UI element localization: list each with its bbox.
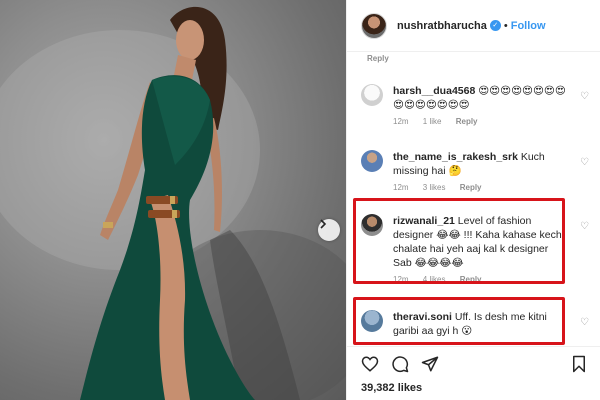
comment-item: harsh__dua4568 😍😍😍😍😍😍😍😍😍😍😍😍😍😍😍 12m 1 lik… [361, 84, 597, 126]
comment-meta: 12m 1 like Reply [393, 117, 597, 126]
heart-icon[interactable] [361, 355, 379, 373]
reply-link[interactable]: Reply [460, 183, 482, 192]
previous-comment-meta: Reply [361, 54, 389, 63]
chevron-right-icon [320, 219, 327, 229]
next-photo-button[interactable] [318, 219, 340, 241]
comment-time: 12m [393, 117, 409, 126]
verified-badge-icon: ✓ [489, 20, 501, 31]
comment-likes[interactable]: 3 likes [423, 183, 446, 192]
likes-count[interactable]: 39,382 likes [361, 382, 422, 394]
commenter-avatar[interactable] [361, 84, 383, 106]
commenter-avatar[interactable] [361, 150, 383, 172]
like-comment-heart-icon[interactable]: ♡ [580, 318, 589, 328]
bookmark-icon[interactable] [571, 355, 587, 373]
reply-link[interactable]: Reply [456, 117, 478, 126]
photo-illustration [0, 6, 346, 400]
post-actions-bar: 39,382 likes [347, 346, 600, 400]
share-icon[interactable] [421, 355, 439, 373]
commenter-username[interactable]: the_name_is_rakesh_srk [393, 151, 518, 163]
follow-button[interactable]: Follow [511, 20, 546, 32]
header-separator: • [503, 19, 508, 32]
post-side-panel: nushratbharucha ✓ • Follow Reply harsh__… [346, 0, 600, 400]
post-photo [0, 0, 346, 400]
comment-text-block: the_name_is_rakesh_srk Kuch missing hai … [393, 150, 568, 178]
author-avatar[interactable] [361, 12, 387, 39]
comment-text-block: harsh__dua4568 😍😍😍😍😍😍😍😍😍😍😍😍😍😍😍 [393, 84, 568, 112]
like-comment-heart-icon[interactable]: ♡ [580, 92, 589, 102]
highlight-box [353, 198, 565, 284]
author-username[interactable]: nushratbharucha [397, 20, 487, 32]
highlight-box [353, 297, 565, 345]
comment-icon[interactable] [391, 355, 409, 373]
comment-item: the_name_is_rakesh_srk Kuch missing hai … [361, 150, 597, 192]
comment-time: 12m [393, 183, 409, 192]
comment-meta: 12m 3 likes Reply [393, 183, 597, 192]
post-header: nushratbharucha ✓ • Follow [347, 0, 600, 52]
comment-likes[interactable]: 1 like [423, 117, 442, 126]
like-comment-heart-icon[interactable]: ♡ [580, 158, 589, 168]
like-comment-heart-icon[interactable]: ♡ [580, 222, 589, 232]
reply-link[interactable]: Reply [367, 54, 389, 63]
commenter-username[interactable]: harsh__dua4568 [393, 85, 475, 97]
